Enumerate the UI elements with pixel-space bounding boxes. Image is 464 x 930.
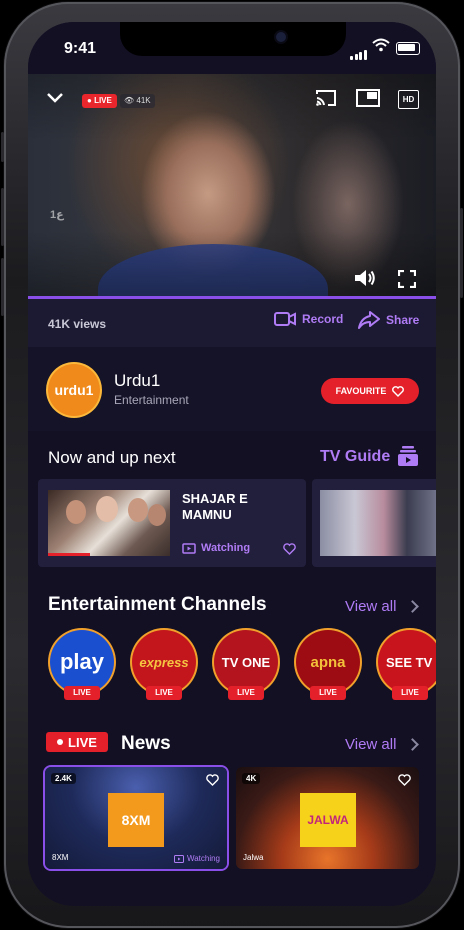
channel-live-badge: LIVE [310, 686, 346, 700]
channel-seetv-name: SEE TV [386, 654, 433, 670]
heart-outline-icon[interactable] [206, 774, 219, 786]
watch-progress-bar [48, 553, 90, 556]
now-playing-card[interactable]: SHAJAR E MAMNU Watching [38, 479, 306, 567]
entertainment-view-all[interactable]: View all [345, 598, 396, 615]
channel-category: Entertainment [114, 393, 189, 407]
front-camera [276, 32, 286, 42]
mute-switch [1, 132, 4, 162]
share-arrow-icon [358, 311, 380, 329]
signal-icon [350, 42, 368, 60]
heart-icon [392, 385, 405, 397]
channel-circle-seetv[interactable]: SEE TV [378, 630, 436, 694]
cast-icon[interactable] [314, 88, 338, 108]
live-badge-label: LIVE [94, 96, 112, 105]
play-box-icon [182, 542, 196, 554]
share-label: Share [386, 313, 420, 327]
watching-indicator: Watching [182, 542, 250, 554]
favourite-label: FAVOURITE [335, 386, 387, 396]
channel-logo: JALWA [300, 793, 356, 847]
watching-label: Watching [186, 854, 220, 863]
live-dot-icon [57, 739, 64, 745]
video-player[interactable]: ● LIVE 👁 41K 1ع HD [28, 74, 436, 298]
viewer-count-badge: 👁 41K [120, 94, 155, 108]
hd-quality-button[interactable]: HD [398, 90, 419, 109]
channel-circle-play[interactable]: play [50, 630, 114, 694]
collapse-chevron-icon[interactable] [46, 92, 64, 104]
views-count-text: 41K views [48, 317, 107, 331]
viewer-count: 41K [136, 96, 151, 105]
favourite-button[interactable]: FAVOURITE [321, 378, 419, 404]
viewer-count-badge: 4K [242, 773, 261, 784]
record-button[interactable]: Record [274, 311, 343, 327]
channel-live-badge: LIVE [228, 686, 264, 700]
app-screen: 9:41 ● LIVE 👁 41K 1ع HD 41K views Record… [28, 22, 436, 906]
share-button[interactable]: Share [358, 311, 419, 329]
volume-icon[interactable] [354, 268, 376, 288]
wifi-icon [372, 38, 390, 52]
live-badge: ● LIVE [82, 94, 117, 108]
news-view-all[interactable]: View all [345, 736, 396, 753]
news-title: News [121, 733, 171, 754]
viewer-count-badge: 2.4K [51, 773, 76, 784]
status-bar: 9:41 [28, 22, 436, 74]
channel-tvone-name: TV ONE [221, 654, 271, 670]
chevron-right-icon [406, 600, 419, 613]
status-time: 9:41 [64, 40, 97, 57]
chevron-right-icon [406, 738, 419, 751]
entertainment-title: Entertainment Channels [48, 594, 267, 615]
now-playing-thumbnail [48, 490, 170, 556]
news-card[interactable]: 4K JALWA Jalwa [236, 767, 419, 869]
channel-apna-name: apna [310, 653, 346, 671]
news-card[interactable]: 2.4K 8XM 8XM Watching [45, 767, 227, 869]
up-next-card[interactable] [312, 479, 436, 567]
volume-down-button [1, 258, 4, 316]
channel-logo: 8XM [108, 793, 164, 847]
watching-indicator: Watching [173, 854, 220, 863]
channel-info-row: urdu1 Urdu1 Entertainment FAVOURITE [28, 347, 436, 431]
up-next-thumbnail [320, 490, 436, 556]
record-video-icon [274, 312, 296, 326]
channel-live-badge: LIVE [146, 686, 182, 700]
channel-live-badge: LIVE [392, 686, 428, 700]
fullscreen-icon[interactable] [398, 270, 416, 288]
news-live-badge: LIVE [46, 732, 108, 752]
tv-guide-icon[interactable] [397, 445, 419, 467]
channel-watermark: 1ع [50, 209, 64, 221]
channel-express-name: express [139, 654, 189, 670]
channel-play-name: play [59, 649, 105, 674]
now-next-title: Now and up next [48, 448, 176, 467]
video-meta-row: 41K views Record Share [28, 299, 436, 347]
program-title: SHAJAR E MAMNU [182, 491, 248, 522]
tv-guide-label: TV Guide [320, 448, 391, 465]
channel-live-badge: LIVE [64, 686, 100, 700]
volume-up-button [1, 188, 4, 246]
power-button [460, 208, 463, 298]
notch [120, 22, 346, 56]
channel-circle-apna[interactable]: apna [296, 630, 360, 694]
hd-label: HD [402, 95, 415, 104]
news-card-caption: Jalwa [243, 853, 264, 862]
heart-outline-icon[interactable] [283, 543, 296, 555]
picture-in-picture-icon[interactable] [356, 88, 380, 108]
tv-guide-link[interactable]: TV Guide [320, 448, 390, 466]
battery-icon [396, 42, 420, 55]
play-box-icon [173, 854, 184, 863]
record-label: Record [302, 312, 344, 326]
watching-label: Watching [201, 542, 251, 554]
channel-circle-tvone[interactable]: TV ONE [214, 630, 278, 694]
news-card-caption: 8XM [52, 853, 69, 862]
channel-logo[interactable]: urdu1 [48, 364, 100, 416]
channel-circle-express[interactable]: express [132, 630, 196, 694]
heart-outline-icon[interactable] [398, 774, 411, 786]
news-live-label: LIVE [68, 734, 97, 750]
channel-name: Urdu1 [114, 371, 161, 390]
